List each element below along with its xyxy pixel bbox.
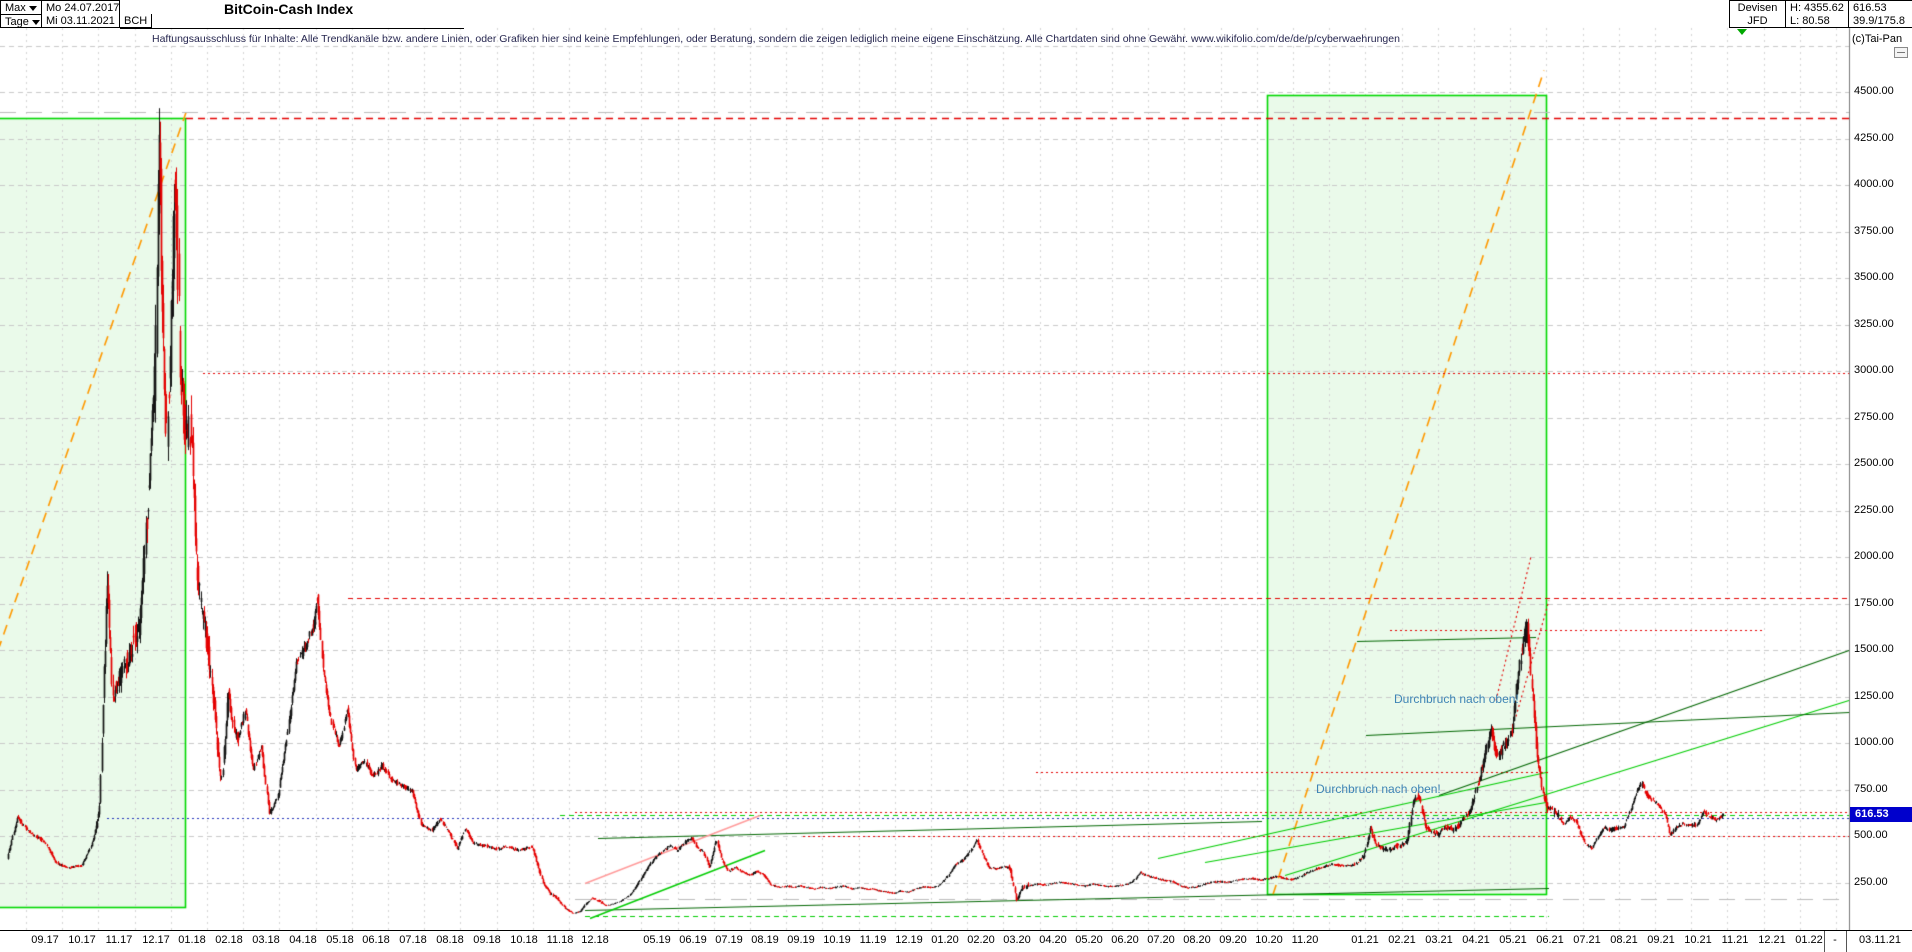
x-axis-label: 03.18	[252, 934, 280, 946]
x-axis-label: 11.20	[1292, 934, 1319, 946]
x-axis-label: 04.18	[289, 934, 317, 946]
taipan-chart-window: Max Tage Mo 24.07.2017 Mi 03.11.2021 BCH…	[0, 0, 1912, 952]
x-axis-label: 02.21	[1388, 934, 1416, 946]
y-axis-label: 3000.00	[1854, 364, 1894, 376]
axis-separator	[1824, 931, 1825, 952]
x-axis-label: 12.17	[142, 934, 170, 946]
x-axis-label: 01.21	[1351, 934, 1379, 946]
x-axis-label: 07.18	[399, 934, 427, 946]
chevron-down-icon	[29, 6, 37, 11]
x-axis-label: 09.20	[1219, 934, 1247, 946]
x-axis-label: 06.21	[1536, 934, 1564, 946]
x-axis-label: 09.17	[31, 934, 59, 946]
candlestick-chart-canvas[interactable]	[0, 0, 1912, 952]
y-axis-label: 3750.00	[1854, 225, 1894, 237]
x-axis-label: 08.20	[1183, 934, 1211, 946]
x-axis-label: 10.20	[1255, 934, 1283, 946]
x-axis: 09.17 10.17 11.17 12.17 01.18 02.18 03.18 04.18…	[0, 930, 1912, 952]
date-to-field[interactable]: Mi 03.11.2021	[42, 14, 120, 28]
x-axis-label: 11.18	[547, 934, 574, 946]
chevron-down-icon	[32, 20, 40, 25]
y-axis-label: 4250.00	[1854, 132, 1894, 144]
x-axis-label: 06.19	[679, 934, 707, 946]
x-axis-label: 12.18	[581, 934, 609, 946]
y-axis-label: 3250.00	[1854, 318, 1894, 330]
last-date-label: 03.11.21	[1859, 934, 1901, 946]
market-label: Devisen	[1729, 0, 1785, 14]
y-axis-label: 2750.00	[1854, 411, 1894, 423]
x-axis-label: 03.20	[1003, 934, 1031, 946]
axis-dash-label: -	[1833, 934, 1837, 946]
x-axis-label: 02.18	[215, 934, 243, 946]
x-axis-label: 10.19	[823, 934, 851, 946]
range-dropdown[interactable]: Max	[0, 0, 42, 14]
axis-separator	[1846, 931, 1847, 952]
y-axis-label: 1250.00	[1854, 690, 1894, 702]
x-axis-label: 10.21	[1684, 934, 1712, 946]
x-axis-label: 04.20	[1039, 934, 1067, 946]
y-axis-label: 500.00	[1854, 829, 1888, 841]
x-axis-label: 10.18	[510, 934, 538, 946]
y-axis-label: 1750.00	[1854, 597, 1894, 609]
x-axis-label: 11.19	[860, 934, 887, 946]
current-price-tag: 616.53	[1850, 807, 1912, 822]
period-dropdown[interactable]: Tage	[0, 14, 42, 28]
y-axis-label: 1500.00	[1854, 643, 1894, 655]
y-axis-label: 1000.00	[1854, 736, 1894, 748]
x-axis-label: 02.20	[967, 934, 995, 946]
x-axis-label: 08.21	[1610, 934, 1638, 946]
x-axis-label: 01.22	[1795, 934, 1823, 946]
broker-label: JFD	[1729, 14, 1785, 28]
x-axis-label: 10.17	[68, 934, 96, 946]
x-axis-label: 01.18	[178, 934, 206, 946]
breakout-annotation-2: Durchbruch nach oben!	[1316, 782, 1441, 796]
x-axis-label: 12.21	[1758, 934, 1786, 946]
x-axis-label: 07.21	[1573, 934, 1601, 946]
low-value: L: 80.58	[1785, 14, 1848, 28]
y-axis-label: 750.00	[1854, 783, 1888, 795]
x-axis-label: 05.19	[643, 934, 671, 946]
x-axis-label: 01.20	[931, 934, 959, 946]
y-axis-label: 3500.00	[1854, 271, 1894, 283]
copyright-label: (c)Tai-Pan	[1852, 33, 1902, 45]
trend-up-marker-icon	[1737, 29, 1747, 35]
chart-title: BitCoin-Cash Index	[224, 1, 353, 17]
x-axis-label: 04.21	[1462, 934, 1490, 946]
range-dropdown-label: Max	[5, 2, 26, 14]
x-axis-label: 09.19	[787, 934, 815, 946]
x-axis-label: 07.20	[1147, 934, 1175, 946]
x-axis-label: 03.21	[1425, 934, 1453, 946]
x-axis-label: 08.19	[751, 934, 779, 946]
disclaimer-text: Haftungsausschluss für Inhalte: Alle Tre…	[152, 33, 1400, 45]
x-axis-label: 09.18	[473, 934, 501, 946]
x-axis-label: 08.18	[436, 934, 464, 946]
x-axis-label: 05.18	[326, 934, 354, 946]
x-axis-label: 11.21	[1722, 934, 1749, 946]
high-value: H: 4355.62	[1785, 0, 1848, 14]
y-axis-label: 250.00	[1854, 876, 1888, 888]
x-axis-label: 06.18	[362, 934, 390, 946]
y-axis-label: 2250.00	[1854, 504, 1894, 516]
x-axis-label: 06.20	[1111, 934, 1139, 946]
x-axis-label: 05.20	[1075, 934, 1103, 946]
x-axis-label: 05.21	[1499, 934, 1527, 946]
x-axis-label: 11.17	[106, 934, 133, 946]
x-axis-label: 12.19	[895, 934, 923, 946]
period-dropdown-label: Tage	[5, 16, 29, 28]
breakout-annotation-1: Durchbruch nach oben!	[1394, 692, 1519, 706]
y-axis-label: 2000.00	[1854, 550, 1894, 562]
symbol-field[interactable]: BCH	[120, 14, 152, 28]
range-value: 39.9/175.8	[1848, 14, 1912, 28]
y-axis-label: 2500.00	[1854, 457, 1894, 469]
date-from-field[interactable]: Mo 24.07.2017	[42, 0, 120, 14]
minimize-icon[interactable]	[1894, 47, 1908, 58]
x-axis-label: 07.19	[715, 934, 743, 946]
y-axis-label: 4500.00	[1854, 85, 1894, 97]
y-axis-label: 4000.00	[1854, 178, 1894, 190]
last-price-value: 616.53	[1848, 0, 1912, 14]
x-axis-label: 09.21	[1647, 934, 1675, 946]
